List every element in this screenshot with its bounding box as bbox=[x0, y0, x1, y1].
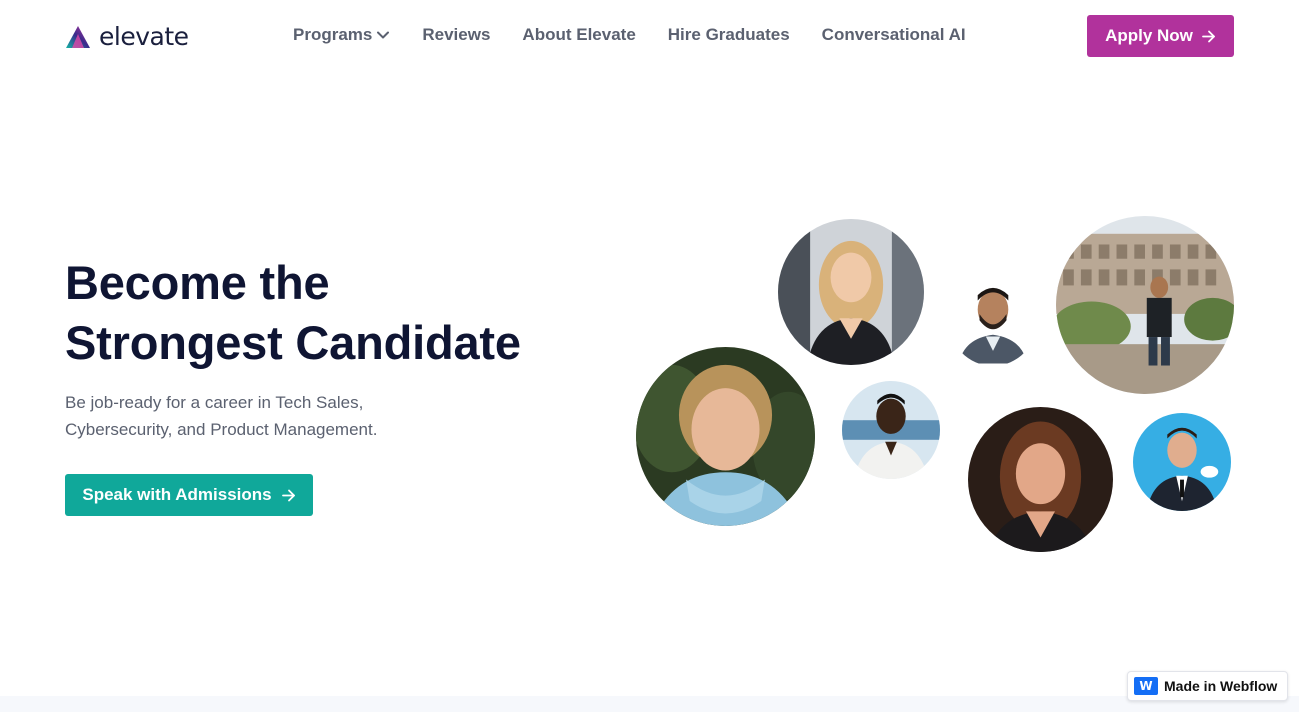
logo-mark-icon bbox=[66, 26, 90, 48]
graduate-photo-7 bbox=[1133, 413, 1231, 511]
nav-item-label: Reviews bbox=[422, 25, 491, 44]
nav-item-about[interactable]: About Elevate bbox=[522, 24, 635, 46]
graduate-photo-6 bbox=[968, 407, 1113, 552]
nav-item-label: Conversational AI bbox=[821, 25, 966, 44]
graduate-photo-5 bbox=[842, 381, 940, 479]
elevate-logo[interactable]: elevate bbox=[65, 22, 189, 52]
speak-with-admissions-button[interactable]: Speak with Admissions bbox=[65, 474, 313, 516]
portrait-image bbox=[1133, 413, 1231, 511]
cta-label: Speak with Admissions bbox=[82, 485, 272, 504]
nav-item-conversational-ai[interactable]: Conversational AI bbox=[822, 24, 966, 46]
chevron-down-icon bbox=[377, 31, 390, 39]
portrait-image bbox=[778, 219, 924, 365]
webflow-logo-icon: W bbox=[1134, 677, 1158, 695]
graduate-photo-3 bbox=[1056, 216, 1234, 394]
portrait-image bbox=[968, 407, 1113, 552]
graduate-photo-4 bbox=[636, 347, 815, 526]
site-header: elevate Programs Reviews About Elevate H… bbox=[0, 0, 1299, 72]
hero-title-line-2: Strongest Candidate bbox=[65, 316, 521, 369]
arrow-right-icon bbox=[281, 489, 295, 501]
hero-title: Become the Strongest Candidate bbox=[65, 253, 625, 373]
portrait-image bbox=[1056, 216, 1234, 394]
portrait-image bbox=[636, 347, 815, 526]
nav-item-hire-graduates[interactable]: Hire Graduates bbox=[668, 24, 790, 46]
portrait-image bbox=[842, 381, 940, 479]
portrait-image bbox=[948, 273, 1038, 364]
nav-item-label: Hire Graduates bbox=[667, 25, 790, 44]
arrow-right-icon bbox=[1202, 30, 1215, 42]
next-section-edge bbox=[0, 696, 1299, 712]
hero-title-line-1: Become the bbox=[65, 256, 330, 309]
main-nav: Programs Reviews About Elevate Hire Grad… bbox=[293, 24, 966, 46]
apply-now-button[interactable]: Apply Now bbox=[1087, 15, 1234, 57]
made-in-webflow-badge[interactable]: W Made in Webflow bbox=[1127, 671, 1288, 701]
logo-text: elevate bbox=[99, 22, 189, 51]
graduate-photo-1 bbox=[778, 219, 924, 365]
nav-item-reviews[interactable]: Reviews bbox=[422, 24, 490, 46]
webflow-badge-label: Made in Webflow bbox=[1164, 678, 1278, 694]
apply-now-label: Apply Now bbox=[1105, 26, 1193, 45]
nav-item-label: About Elevate bbox=[522, 25, 636, 44]
nav-item-programs[interactable]: Programs bbox=[293, 24, 390, 46]
hero-subtitle: Be job-ready for a career in Tech Sales,… bbox=[65, 393, 378, 439]
nav-item-label: Programs bbox=[293, 25, 373, 44]
graduate-photo-2 bbox=[948, 271, 1038, 366]
